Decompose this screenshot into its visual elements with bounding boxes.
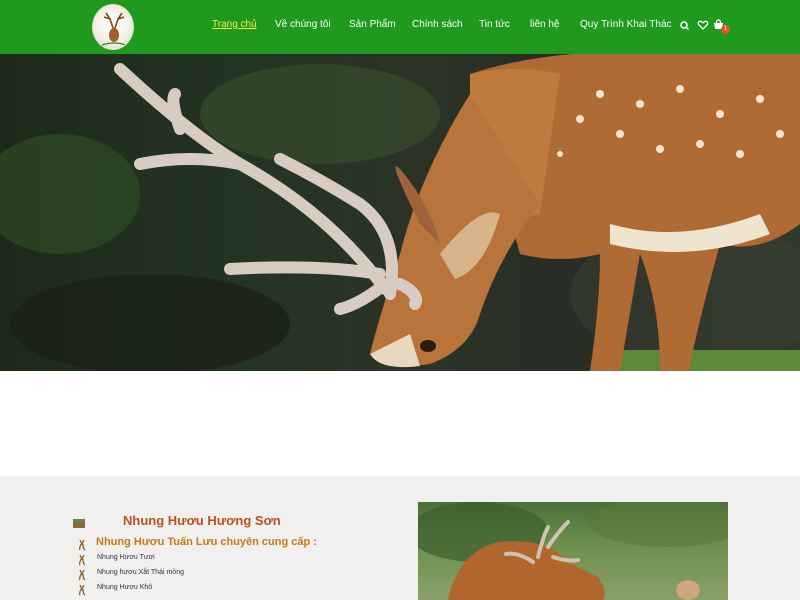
deer-icon [76,568,90,581]
nav-item-news[interactable]: Tin tức [479,19,510,30]
heart-icon[interactable] [696,18,710,32]
search-icon[interactable] [678,18,692,32]
section-title: Nhung Hươu Hương Sơn [123,513,281,528]
product-item-fresh-antler[interactable]: Nhung Hươu Tươi [97,554,155,561]
product-item-dried-antler[interactable]: Nhung Hươu Khô [97,584,152,591]
product-item-sliced-antler[interactable]: Nhung hươu Xắt Thái mỏng [97,569,184,576]
nav-item-process[interactable]: Quy Trình Khai Thác [580,19,672,30]
hero-banner [0,54,800,371]
deer-icon [76,538,90,551]
deer-icon [76,583,90,596]
logo[interactable] [92,4,134,50]
nav-item-products[interactable]: Sản Phẩm [349,19,396,30]
spacer [0,371,800,476]
product-box-icon [72,516,86,528]
nav-item-home[interactable]: Trang chủ [212,19,257,30]
deer-icon [76,553,90,566]
product-photo [418,502,728,600]
nav-item-contact[interactable]: liên hệ [530,19,559,30]
section-subtitle: Nhung Hươu Tuấn Lưu chuyên cung cấp : [96,536,317,548]
nav-item-about[interactable]: Về chúng tôi [275,19,331,30]
hero-deer-image [0,54,800,371]
nav-item-policy[interactable]: Chính sách [412,19,463,30]
cart-count-badge: 1 [721,25,730,34]
site-header: Trang chủ Về chúng tôi Sản Phẩm Chính sá… [0,0,800,54]
